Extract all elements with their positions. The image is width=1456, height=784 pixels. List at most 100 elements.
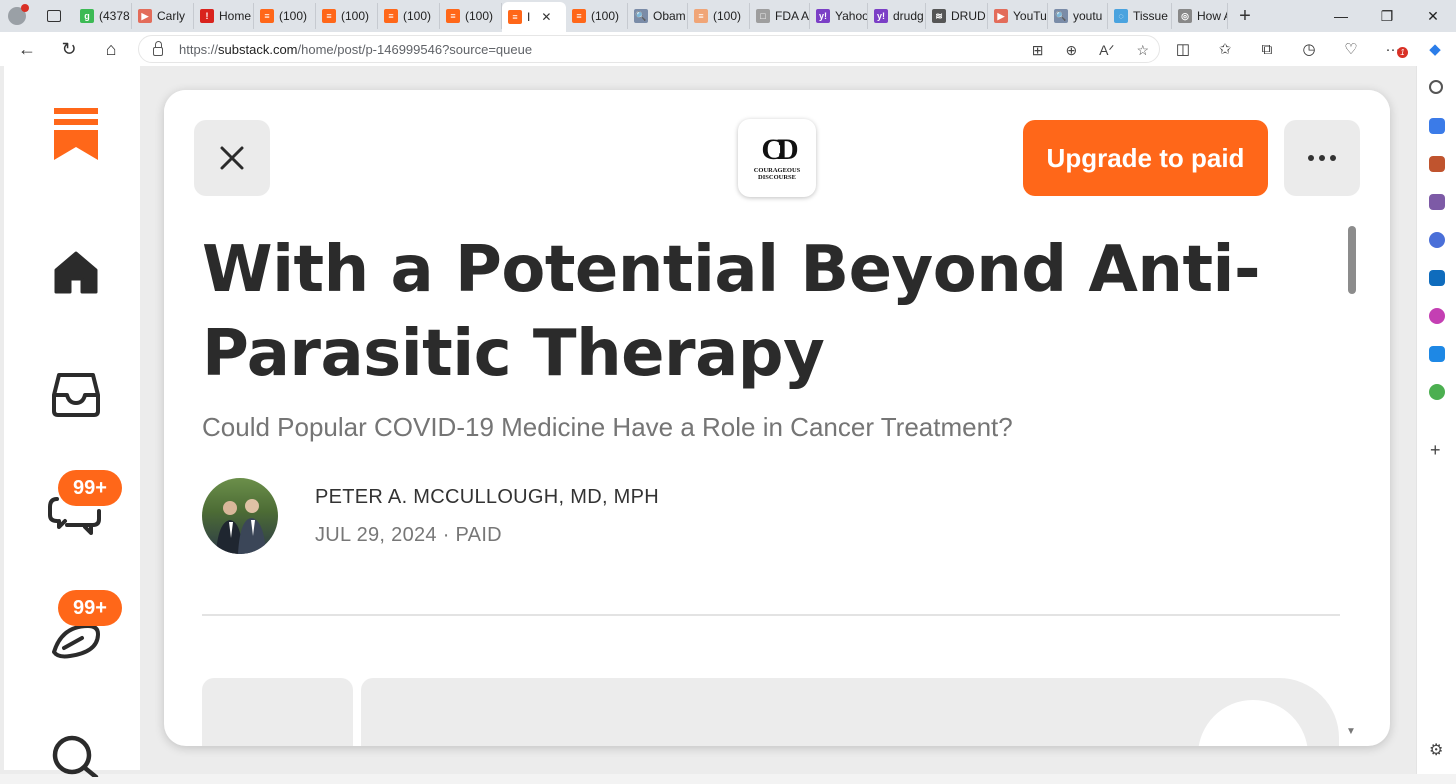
browser-tab[interactable]: ◌ Tissue bbox=[1108, 3, 1172, 29]
favorite-star-icon[interactable]: ☆ bbox=[1136, 42, 1149, 59]
profile-avatar[interactable] bbox=[0, 0, 34, 32]
tab-list: g (4378 ▶ Carly! Home ≡ (100) ≡ (100) ≡ (100) ≡ (100… bbox=[74, 0, 1228, 32]
browser-tab[interactable]: ≡ (100) bbox=[378, 3, 440, 29]
app-available-icon[interactable]: ⊞ bbox=[1032, 42, 1044, 59]
browser-tab[interactable]: ≡ I ✕ bbox=[502, 2, 566, 32]
tab-actions-button[interactable] bbox=[34, 10, 74, 22]
substack-logo[interactable] bbox=[46, 104, 106, 164]
browser-tab-strip: g (4378 ▶ Carly! Home ≡ (100) ≡ (100) ≡ (100) ≡ (100… bbox=[0, 0, 1456, 32]
tab-title: Home bbox=[219, 9, 252, 23]
split-screen-icon[interactable]: ◫ bbox=[1162, 40, 1204, 58]
author-avatar[interactable] bbox=[202, 478, 278, 554]
home-button[interactable]: ⌂ bbox=[90, 32, 132, 66]
tab-favicon-icon: □ bbox=[756, 9, 770, 23]
add-sidebar-app-icon[interactable]: + bbox=[1430, 440, 1441, 461]
lock-icon[interactable] bbox=[153, 40, 163, 56]
nav-home[interactable] bbox=[46, 242, 106, 302]
tab-favicon-icon: ≡ bbox=[260, 9, 274, 23]
tab-title: (100) bbox=[713, 9, 742, 23]
back-button[interactable]: ← bbox=[6, 32, 48, 66]
designer-icon[interactable] bbox=[1429, 308, 1445, 324]
tab-favicon-icon: ◌ bbox=[1114, 9, 1128, 23]
tab-favicon-icon: ▶ bbox=[138, 9, 152, 23]
tab-title: Yahoo bbox=[835, 9, 868, 23]
tab-title: I bbox=[527, 10, 531, 24]
refresh-button[interactable]: ↻ bbox=[48, 32, 90, 66]
tab-title: FDA A bbox=[775, 9, 810, 23]
microsoft365-icon[interactable] bbox=[1429, 232, 1445, 248]
browser-tab[interactable]: ▶ YouTu bbox=[988, 3, 1048, 29]
sidebar-settings-icon[interactable]: ⚙ bbox=[1429, 740, 1443, 760]
tab-title: Obam bbox=[653, 9, 686, 23]
url-text[interactable]: https://substack.com/home/post/p-1469995… bbox=[179, 42, 532, 57]
copilot-icon[interactable]: ◆ bbox=[1414, 40, 1456, 58]
tab-favicon-icon: ≡ bbox=[508, 10, 522, 24]
scrollbar-thumb[interactable] bbox=[1348, 226, 1356, 294]
tab-title: youtu bbox=[1073, 9, 1103, 23]
settings-more-icon[interactable]: ··· 1 bbox=[1372, 41, 1414, 58]
audio-player-bar[interactable] bbox=[361, 678, 1339, 746]
search-icon bbox=[52, 735, 99, 777]
scroll-down-arrow[interactable]: ▼ bbox=[1346, 726, 1356, 737]
tab-title: (100) bbox=[279, 9, 308, 23]
access-label: PAID bbox=[455, 524, 502, 546]
shopping-tag-icon[interactable] bbox=[1429, 118, 1445, 134]
browser-tab[interactable]: 🔍 youtu bbox=[1048, 3, 1108, 29]
tree-icon[interactable] bbox=[1429, 384, 1445, 400]
browser-essentials-icon[interactable]: ♡ bbox=[1330, 40, 1372, 58]
tab-favicon-icon: y! bbox=[874, 9, 888, 23]
upgrade-to-paid-button[interactable]: Upgrade to paid bbox=[1023, 120, 1268, 196]
publication-logo[interactable]: CD COURAGEOUS DISCOURSE bbox=[738, 119, 816, 197]
browser-tab[interactable]: ! Home bbox=[194, 3, 254, 29]
browser-tab[interactable]: ≋ DRUD bbox=[926, 3, 988, 29]
close-tab-icon[interactable]: ✕ bbox=[541, 10, 551, 24]
notification-badge: 1 bbox=[1397, 46, 1408, 58]
home-icon bbox=[54, 251, 98, 294]
audio-player-thumb[interactable] bbox=[202, 678, 353, 746]
close-reader-button[interactable] bbox=[194, 120, 270, 196]
nav-search[interactable] bbox=[46, 724, 106, 784]
browser-tab[interactable]: ≡ (100) bbox=[254, 3, 316, 29]
browser-toolbar: ← ↻ ⌂ https://substack.com/home/post/p-1… bbox=[0, 32, 1456, 66]
author-name[interactable]: PETER A. MCCULLOUGH, MD, MPH bbox=[315, 486, 659, 509]
collections-icon[interactable]: ⧉ bbox=[1246, 41, 1288, 58]
tab-title: (100) bbox=[465, 9, 494, 23]
nav-inbox[interactable] bbox=[46, 364, 106, 424]
games-icon[interactable] bbox=[1429, 194, 1445, 210]
browser-tab[interactable]: ≡ (100) bbox=[688, 3, 750, 29]
address-bar[interactable]: https://substack.com/home/post/p-1469995… bbox=[138, 35, 1160, 63]
profile-icon bbox=[8, 4, 29, 25]
restore-button[interactable]: ❐ bbox=[1364, 8, 1410, 25]
history-icon[interactable]: ◷ bbox=[1288, 40, 1330, 58]
browser-tab[interactable]: y! Yahoo bbox=[810, 3, 868, 29]
post-reader-modal: CD COURAGEOUS DISCOURSE Upgrade to paid … bbox=[164, 90, 1390, 746]
tools-icon[interactable] bbox=[1429, 156, 1445, 172]
tab-favicon-icon: y! bbox=[816, 9, 830, 23]
post-title: With a Potential Beyond Anti- Parasitic … bbox=[202, 233, 1261, 391]
reader-header: CD COURAGEOUS DISCOURSE Upgrade to paid bbox=[164, 90, 1390, 226]
publication-monogram: CD bbox=[761, 133, 798, 166]
browser-tab[interactable]: ◎ How A bbox=[1172, 3, 1228, 29]
minimize-button[interactable]: — bbox=[1318, 8, 1364, 24]
post-meta: JUL 29, 2024 · PAID bbox=[315, 524, 502, 547]
search-sidebar-icon[interactable] bbox=[1429, 80, 1443, 94]
browser-tab[interactable]: y! drudg bbox=[868, 3, 926, 29]
browser-tab[interactable]: ≡ (100) bbox=[566, 3, 628, 29]
close-window-button[interactable]: ✕ bbox=[1410, 8, 1456, 25]
favorites-icon[interactable]: ✩ bbox=[1204, 40, 1246, 58]
outlook-icon[interactable] bbox=[1429, 270, 1445, 286]
tab-favicon-icon: ≡ bbox=[572, 9, 586, 23]
zoom-icon[interactable]: ⊕ bbox=[1065, 42, 1077, 59]
read-aloud-icon[interactable]: Aᐟ bbox=[1099, 42, 1114, 59]
browser-tab[interactable]: ≡ (100) bbox=[316, 3, 378, 29]
browser-tab[interactable]: ≡ (100) bbox=[440, 3, 502, 29]
more-options-button[interactable] bbox=[1284, 120, 1360, 196]
tab-title: YouTu bbox=[1013, 9, 1047, 23]
more-dots-icon bbox=[1308, 155, 1314, 161]
browser-tab[interactable]: □ FDA A bbox=[750, 3, 810, 29]
browser-tab[interactable]: g (4378 bbox=[74, 3, 132, 29]
browser-tab[interactable]: ▶ Carly bbox=[132, 3, 194, 29]
browser-tab[interactable]: 🔍 Obam bbox=[628, 3, 688, 29]
new-tab-button[interactable]: + bbox=[1228, 5, 1262, 28]
telegram-icon[interactable] bbox=[1429, 346, 1445, 362]
